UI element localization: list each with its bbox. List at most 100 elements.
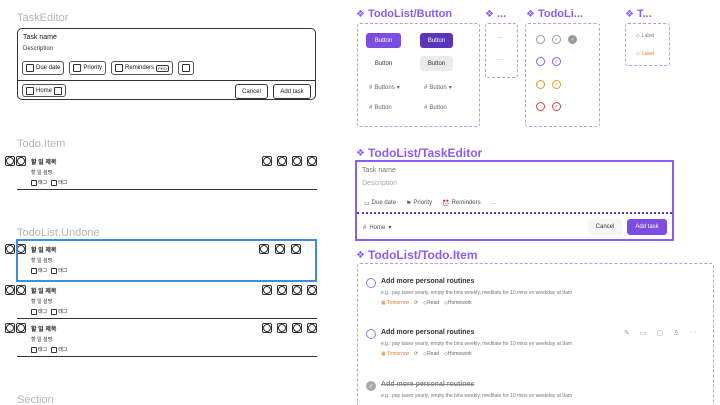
- action-icon[interactable]: [307, 323, 317, 333]
- action-icon[interactable]: [262, 323, 272, 333]
- priority-chip[interactable]: Priority: [69, 61, 107, 75]
- todo-title: Add more personal routines: [381, 381, 475, 388]
- project-select[interactable]: # Home ▾: [363, 224, 391, 232]
- radio-icon[interactable]: [5, 244, 15, 254]
- secondary-button[interactable]: Button: [366, 56, 401, 71]
- label-read[interactable]: ◇Read: [423, 351, 439, 357]
- action-icon[interactable]: [277, 323, 287, 333]
- todo-item[interactable]: 할 일 제목 할 일 설명 태그 태그: [5, 155, 317, 191]
- add-task-button[interactable]: Add task: [273, 84, 311, 99]
- label-variants-frame: [625, 23, 670, 66]
- label-tag[interactable]: ◇ Label: [636, 33, 654, 39]
- checkbox-icon: [181, 64, 190, 72]
- tag-icon: ◇: [636, 33, 640, 39]
- checkbox-icon: [51, 346, 58, 353]
- calendar-icon: ▦: [381, 351, 386, 357]
- action-icon[interactable]: [262, 156, 272, 166]
- checkbox-priority-purple-icon[interactable]: [536, 57, 545, 66]
- checkbox-icon: [31, 346, 37, 353]
- priority-chip[interactable]: ⚑ Priority: [406, 200, 432, 207]
- component-diamond-icon: ❖: [356, 8, 365, 20]
- calendar-icon: ▦: [381, 300, 386, 306]
- flag-icon: ⚑: [406, 201, 412, 207]
- repeat-icon: ⟳: [414, 300, 419, 306]
- hash-icon: #: [369, 105, 373, 111]
- reminders-chip[interactable]: ⏰ Reminders: [442, 200, 481, 207]
- checkbox-icon: [54, 86, 63, 95]
- label-homework[interactable]: ◇Homework: [444, 351, 472, 357]
- selected-item-highlight: [16, 239, 317, 282]
- description-field[interactable]: Description: [23, 46, 53, 52]
- t-component-title: ❖ T...: [625, 8, 652, 20]
- label-tag-active[interactable]: ◇ Label: [636, 51, 654, 57]
- action-icon[interactable]: [307, 285, 317, 295]
- dropdown-button-hover[interactable]: # Button ▾: [424, 84, 452, 92]
- comment-icon[interactable]: ▢: [657, 329, 664, 337]
- todo-item[interactable]: 할 일 제목 할 일 설명 태그 태그: [5, 322, 317, 358]
- dropdown-button[interactable]: # Buttons ▾: [369, 84, 400, 92]
- radio-icon[interactable]: [5, 156, 15, 166]
- description-input[interactable]: Description: [362, 180, 397, 187]
- cancel-button[interactable]: Cancel: [235, 84, 268, 99]
- label-read[interactable]: ◇Read: [423, 300, 439, 306]
- more-button-hover[interactable]: ···: [497, 57, 503, 63]
- radio-icon[interactable]: [5, 285, 15, 295]
- checkbox-priority-orange-icon[interactable]: [536, 80, 545, 89]
- primary-button[interactable]: Button: [366, 33, 401, 48]
- checkbox-priority-red-check-icon[interactable]: ✓: [552, 102, 561, 111]
- complete-checkbox-icon[interactable]: [366, 329, 376, 339]
- checkbox-icon: [51, 308, 58, 315]
- action-icon[interactable]: [292, 156, 302, 166]
- task-name-field[interactable]: Task name: [23, 34, 57, 41]
- primary-button-hover[interactable]: Button: [420, 33, 453, 48]
- component-diamond-icon: ❖: [356, 249, 365, 261]
- assign-icon[interactable]: ♙: [673, 329, 679, 337]
- pro-badge: PRO: [156, 64, 169, 72]
- add-task-button[interactable]: Add task: [627, 219, 667, 235]
- checkbox-icon: [115, 64, 124, 72]
- more-chip[interactable]: [177, 61, 194, 75]
- action-icon[interactable]: [277, 285, 287, 295]
- cancel-button[interactable]: Cancel: [588, 219, 622, 235]
- action-icon[interactable]: [292, 323, 302, 333]
- component-diamond-icon: ❖: [526, 8, 535, 20]
- due-date-chip[interactable]: Due date: [22, 61, 65, 75]
- label-homework[interactable]: ◇Homework: [444, 300, 472, 306]
- reminders-chip[interactable]: Reminders PRO: [111, 61, 173, 75]
- radio-icon[interactable]: [16, 323, 26, 333]
- checkbox-check-icon[interactable]: ✓: [552, 35, 561, 44]
- project-select[interactable]: Home: [22, 84, 67, 97]
- undone-section-label: TodoList.Undone: [17, 227, 100, 239]
- radio-icon[interactable]: [5, 323, 15, 333]
- icon-button[interactable]: # Button: [369, 105, 392, 111]
- action-icon[interactable]: [262, 285, 272, 295]
- task-editor-section-label: TaskEditor: [17, 12, 69, 24]
- calendar-icon[interactable]: ▭: [640, 329, 647, 337]
- hash-icon: #: [424, 105, 428, 111]
- more-icon[interactable]: ···: [689, 329, 696, 337]
- icon-button-hover[interactable]: # Button: [424, 105, 447, 111]
- checkbox-priority-orange-check-icon[interactable]: ✓: [552, 80, 561, 89]
- task-name-input[interactable]: Task name: [362, 167, 396, 174]
- checkbox-checked-icon[interactable]: ✓: [568, 35, 577, 44]
- complete-checkbox-icon[interactable]: [366, 278, 376, 288]
- radio-icon[interactable]: [16, 285, 26, 295]
- completed-checkbox-icon[interactable]: ✓: [366, 381, 376, 391]
- radio-icon[interactable]: [16, 156, 26, 166]
- due-date-chip[interactable]: ▭ Due date: [364, 200, 396, 207]
- checkbox-circle-icon[interactable]: [536, 35, 545, 44]
- todo-description: e.g.: pay taxes yearly, empty the bins w…: [381, 393, 573, 399]
- secondary-button-hover[interactable]: Button: [420, 56, 453, 71]
- due-date-label[interactable]: ▦ Tomorrow: [381, 300, 409, 306]
- more-button[interactable]: ···: [497, 35, 503, 41]
- action-icon[interactable]: [292, 285, 302, 295]
- todo-item[interactable]: 할 일 제목 할 일 설명 태그 태그: [5, 284, 317, 320]
- action-icon[interactable]: [277, 156, 287, 166]
- checkbox-priority-purple-check-icon[interactable]: ✓: [552, 57, 561, 66]
- action-icon[interactable]: [307, 156, 317, 166]
- checkbox-icon: [31, 308, 37, 315]
- due-date-label[interactable]: ▦ Tomorrow: [381, 351, 409, 357]
- checkbox-priority-red-icon[interactable]: [536, 102, 545, 111]
- edit-icon[interactable]: ✎: [624, 329, 630, 337]
- more-button[interactable]: ···: [491, 201, 497, 207]
